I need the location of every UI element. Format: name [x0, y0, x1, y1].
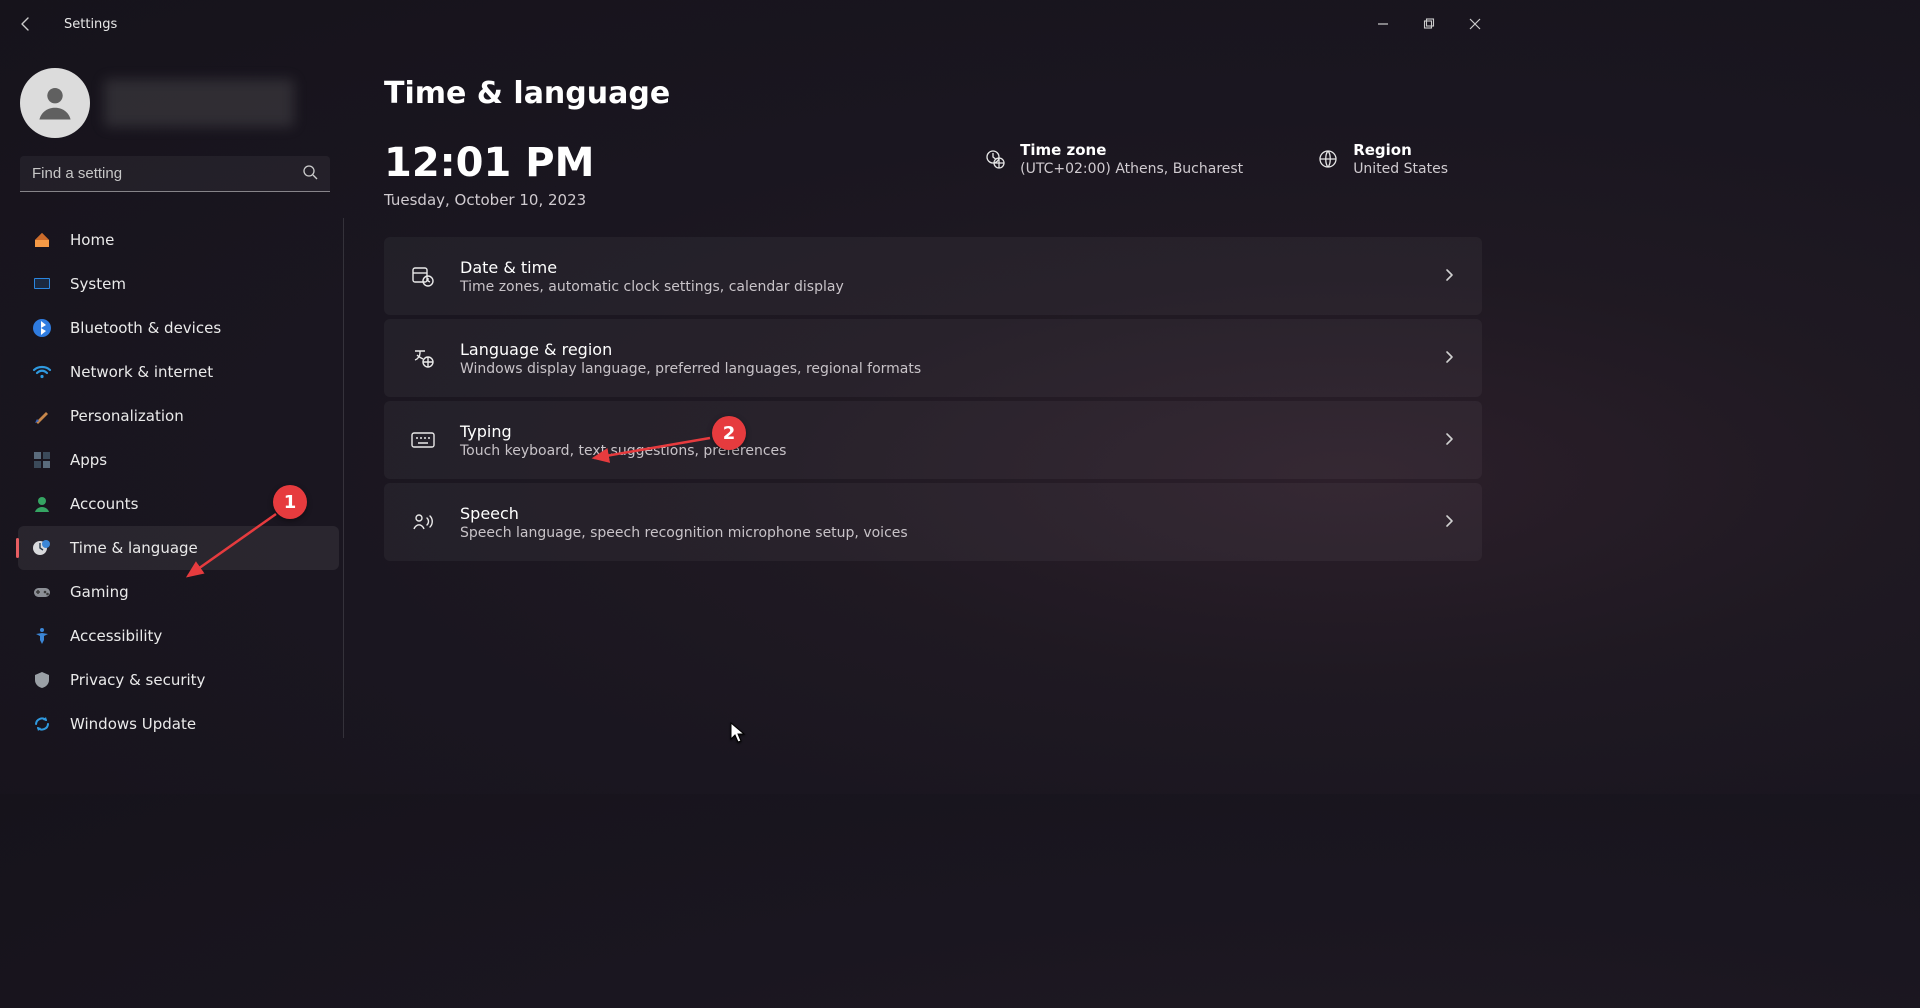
main-content: Time & language 12:01 PM Tuesday, Octobe… — [350, 48, 1512, 794]
timezone-chip[interactable]: Time zone (UTC+02:00) Athens, Bucharest — [984, 141, 1243, 177]
minimize-icon — [1377, 18, 1389, 30]
sidebar-item-personalization[interactable]: Personalization — [18, 394, 339, 438]
search-icon — [302, 164, 318, 184]
shield-icon — [32, 670, 52, 690]
apps-icon — [32, 450, 52, 470]
sidebar-item-label: Apps — [70, 451, 107, 469]
sidebar-item-label: Bluetooth & devices — [70, 319, 221, 337]
account-icon — [32, 494, 52, 514]
person-icon — [33, 81, 77, 125]
mouse-cursor — [730, 722, 746, 748]
region-label: Region — [1353, 141, 1448, 159]
settings-cards: Date & time Time zones, automatic clock … — [384, 237, 1482, 561]
close-button[interactable] — [1452, 8, 1498, 40]
card-sub: Windows display language, preferred lang… — [460, 361, 921, 377]
sidebar-item-label: Personalization — [70, 407, 184, 425]
chevron-right-icon — [1442, 513, 1456, 532]
clock-globe-icon — [32, 538, 52, 558]
sidebar-item-apps[interactable]: Apps — [18, 438, 339, 482]
chevron-right-icon — [1442, 349, 1456, 368]
keyboard-icon — [410, 427, 436, 453]
header-row: 12:01 PM Tuesday, October 10, 2023 Time … — [384, 141, 1482, 209]
speech-icon — [410, 509, 436, 535]
brush-icon — [32, 406, 52, 426]
clock-date: Tuesday, October 10, 2023 — [384, 191, 594, 209]
sidebar-item-label: Windows Update — [70, 715, 196, 733]
sidebar-item-network[interactable]: Network & internet — [18, 350, 339, 394]
sidebar-item-bluetooth[interactable]: Bluetooth & devices — [18, 306, 339, 350]
sidebar-item-label: Time & language — [70, 539, 198, 557]
sidebar-item-accessibility[interactable]: Accessibility — [18, 614, 339, 658]
wifi-icon — [32, 362, 52, 382]
card-sub: Speech language, speech recognition micr… — [460, 525, 908, 541]
calendar-clock-icon — [410, 263, 436, 289]
sidebar-item-label: System — [70, 275, 126, 293]
update-icon — [32, 714, 52, 734]
clock-globe-small-icon — [984, 148, 1006, 170]
annotation-badge-2-text: 2 — [723, 423, 736, 444]
sidebar-item-label: Accessibility — [70, 627, 162, 645]
timezone-label: Time zone — [1020, 141, 1243, 159]
app-title: Settings — [64, 17, 117, 32]
maximize-icon — [1423, 18, 1435, 30]
language-globe-icon — [410, 345, 436, 371]
card-typing[interactable]: Typing Touch keyboard, text suggestions,… — [384, 401, 1482, 479]
profile-name-redacted — [104, 79, 294, 127]
card-title: Language & region — [460, 340, 921, 359]
card-title: Speech — [460, 504, 908, 523]
bluetooth-icon — [32, 318, 52, 338]
sidebar-item-windows-update[interactable]: Windows Update — [18, 702, 339, 746]
card-speech[interactable]: Speech Speech language, speech recogniti… — [384, 483, 1482, 561]
card-title: Date & time — [460, 258, 844, 277]
card-sub: Time zones, automatic clock settings, ca… — [460, 279, 844, 295]
profile-block[interactable] — [0, 66, 350, 156]
minimize-button[interactable] — [1360, 8, 1406, 40]
sidebar: Home System Bluetooth & devices Network … — [0, 48, 350, 794]
titlebar: Settings — [0, 0, 1512, 48]
sidebar-item-label: Gaming — [70, 583, 129, 601]
sidebar-item-label: Network & internet — [70, 363, 213, 381]
sidebar-item-home[interactable]: Home — [18, 218, 339, 262]
sidebar-item-privacy[interactable]: Privacy & security — [18, 658, 339, 702]
annotation-badge-1-text: 1 — [284, 492, 297, 513]
back-button[interactable] — [14, 12, 38, 36]
clock-block: 12:01 PM Tuesday, October 10, 2023 — [384, 141, 594, 209]
search-field[interactable] — [20, 156, 330, 192]
sidebar-item-label: Accounts — [70, 495, 138, 513]
back-arrow-icon — [18, 16, 34, 32]
annotation-badge-2: 2 — [712, 416, 746, 450]
annotation-badge-1: 1 — [273, 485, 307, 519]
card-date-time[interactable]: Date & time Time zones, automatic clock … — [384, 237, 1482, 315]
card-language-region[interactable]: Language & region Windows display langua… — [384, 319, 1482, 397]
maximize-button[interactable] — [1406, 8, 1452, 40]
accessibility-icon — [32, 626, 52, 646]
chevron-right-icon — [1442, 431, 1456, 450]
avatar — [20, 68, 90, 138]
gaming-icon — [32, 582, 52, 602]
sidebar-item-system[interactable]: System — [18, 262, 339, 306]
globe-icon — [1317, 148, 1339, 170]
sidebar-item-gaming[interactable]: Gaming — [18, 570, 339, 614]
home-icon — [32, 230, 52, 250]
nav: Home System Bluetooth & devices Network … — [0, 210, 350, 738]
sidebar-item-label: Home — [70, 231, 114, 249]
page-title: Time & language — [384, 76, 1482, 111]
chevron-right-icon — [1442, 267, 1456, 286]
sidebar-item-label: Privacy & security — [70, 671, 205, 689]
timezone-value: (UTC+02:00) Athens, Bucharest — [1020, 161, 1243, 177]
sidebar-item-time-language[interactable]: Time & language — [18, 526, 339, 570]
system-icon — [32, 274, 52, 294]
search-input[interactable] — [32, 165, 302, 182]
region-value: United States — [1353, 161, 1448, 177]
region-chip[interactable]: Region United States — [1317, 141, 1448, 177]
close-icon — [1469, 18, 1481, 30]
clock-time: 12:01 PM — [384, 141, 594, 185]
